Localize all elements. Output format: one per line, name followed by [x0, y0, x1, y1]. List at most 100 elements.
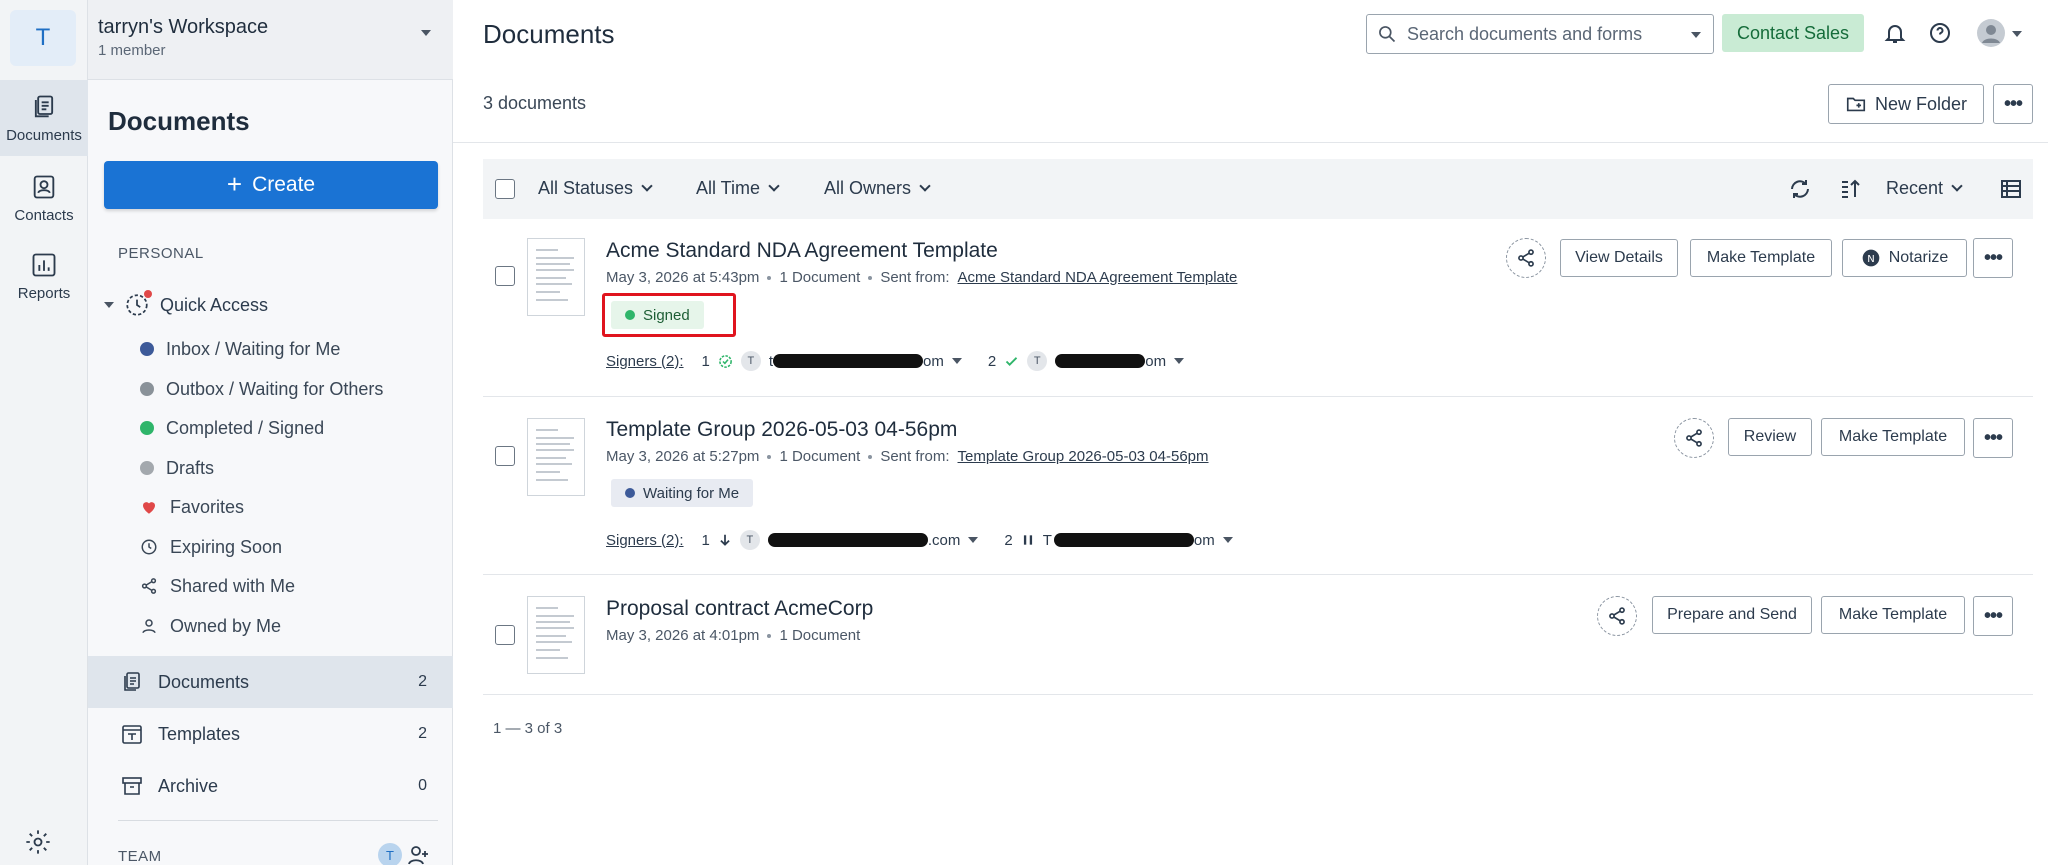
sidebar-item-drafts[interactable]: Drafts: [140, 453, 214, 483]
sidebar-item-templates[interactable]: Templates 2: [88, 708, 453, 760]
notarize-label: Notarize: [1888, 249, 1949, 266]
signers-label[interactable]: Signers (2):: [606, 532, 684, 549]
make-template-button[interactable]: Make Template: [1821, 418, 1965, 456]
user-avatar-icon[interactable]: [1976, 18, 2006, 48]
document-row[interactable]: Template Group 2026-05-03 04-56pm May 3,…: [483, 397, 2033, 575]
share-icon: [1609, 607, 1625, 625]
row-more-button[interactable]: •••: [1973, 238, 2013, 278]
more-options-button[interactable]: •••: [1993, 84, 2033, 124]
caret-down-icon[interactable]: [2012, 31, 2022, 37]
share-icon: [1518, 249, 1534, 267]
review-button[interactable]: Review: [1728, 418, 1812, 456]
document-meta: May 3, 2026 at 5:43pm 1 Document Sent fr…: [606, 269, 1237, 286]
signer-chip[interactable]: 2 Tom: [1004, 531, 1233, 549]
signer-chip[interactable]: 1 T .com: [702, 530, 979, 550]
signer-email-suffix: om: [1193, 531, 1215, 549]
sort-icon[interactable]: [1838, 177, 1862, 201]
share-button[interactable]: [1597, 596, 1637, 636]
view-details-button[interactable]: View Details: [1560, 239, 1678, 277]
signer-chip[interactable]: 1 T t om: [702, 351, 962, 371]
document-count: 1 Document: [779, 269, 861, 286]
clock-icon: [141, 539, 157, 555]
sidebar-item-owned[interactable]: Owned by Me: [140, 611, 281, 641]
add-user-icon[interactable]: [406, 843, 430, 865]
sidebar-item-label: Expiring Soon: [170, 536, 283, 557]
item-count: 2: [418, 725, 427, 742]
signers-label[interactable]: Signers (2):: [606, 353, 684, 370]
sidebar-item-shared[interactable]: Shared with Me: [140, 571, 295, 601]
team-avatar[interactable]: T: [378, 843, 402, 865]
notarize-button[interactable]: N Notarize: [1842, 239, 1967, 277]
document-title[interactable]: Acme Standard NDA Agreement Template: [606, 239, 998, 263]
rail-item-contacts[interactable]: Contacts: [0, 160, 88, 236]
divider: [453, 142, 2048, 143]
sidebar-item-outbox[interactable]: Outbox / Waiting for Others: [140, 374, 383, 404]
search-icon: [1379, 26, 1396, 43]
sidebar-item-expiring[interactable]: Expiring Soon: [140, 532, 282, 562]
redaction: [773, 354, 924, 368]
filter-label: All Owners: [824, 178, 912, 198]
caret-down-icon[interactable]: [1691, 32, 1701, 38]
workspace-avatar[interactable]: T: [10, 10, 76, 66]
make-template-button[interactable]: Make Template: [1821, 596, 1965, 634]
document-title[interactable]: Template Group 2026-05-03 04-56pm: [606, 418, 957, 442]
filter-statuses[interactable]: All Statuses: [538, 178, 653, 199]
search-input[interactable]: Search documents and forms: [1366, 14, 1714, 54]
rail-item-reports[interactable]: Reports: [0, 238, 88, 314]
status-dot: [140, 461, 154, 475]
document-thumbnail[interactable]: [527, 596, 585, 674]
help-icon[interactable]: [1928, 21, 1952, 45]
contact-sales-button[interactable]: Contact Sales: [1722, 14, 1864, 52]
select-all-checkbox[interactable]: [495, 179, 515, 199]
share-button[interactable]: [1506, 238, 1546, 278]
sidebar-item-inbox[interactable]: Inbox / Waiting for Me: [140, 334, 340, 364]
highlight-box: [602, 293, 736, 337]
filter-time[interactable]: All Time: [696, 178, 780, 199]
prepare-and-send-button[interactable]: Prepare and Send: [1652, 596, 1812, 634]
signers: Signers (2): 1 T .com 2 Tom: [606, 530, 1251, 550]
sidebar-item-favorites[interactable]: Favorites: [140, 492, 244, 522]
signer-avatar: T: [1027, 351, 1048, 371]
signer-number: 1: [701, 352, 710, 370]
gear-icon[interactable]: [24, 828, 52, 856]
make-template-button[interactable]: Make Template: [1690, 239, 1832, 277]
rail-item-documents[interactable]: Documents: [0, 80, 88, 156]
filter-owners[interactable]: All Owners: [824, 178, 931, 199]
share-button[interactable]: [1674, 418, 1714, 458]
sidebar: tarryn's Workspace 1 member Documents + …: [88, 0, 453, 865]
signer-chip[interactable]: 2 T om: [988, 351, 1185, 371]
signer-email-prefix: T: [1042, 531, 1052, 549]
document-meta: May 3, 2026 at 4:01pm 1 Document: [606, 627, 860, 644]
document-date: May 3, 2026 at 5:27pm: [606, 448, 760, 465]
document-title[interactable]: Proposal contract AcmeCorp: [606, 597, 873, 621]
sent-from-link[interactable]: Acme Standard NDA Agreement Template: [958, 269, 1238, 286]
document-thumbnail[interactable]: [527, 238, 585, 316]
row-checkbox[interactable]: [495, 446, 515, 466]
list-view-icon[interactable]: [1999, 177, 2023, 201]
signer-email-suffix: om: [1145, 352, 1167, 370]
bell-icon[interactable]: [1883, 21, 1907, 45]
signer-email-suffix: .com: [927, 531, 961, 549]
new-folder-button[interactable]: New Folder: [1828, 84, 1984, 124]
caret-down-icon: [104, 302, 114, 308]
refresh-icon[interactable]: [1788, 177, 1812, 201]
contacts-icon: [33, 175, 55, 198]
document-row[interactable]: Acme Standard NDA Agreement Template May…: [483, 219, 2033, 397]
row-checkbox[interactable]: [495, 266, 515, 286]
sidebar-item-archive[interactable]: Archive 0: [88, 760, 453, 812]
document-thumbnail[interactable]: [527, 418, 585, 496]
row-more-button[interactable]: •••: [1973, 596, 2013, 636]
document-row[interactable]: Proposal contract AcmeCorp May 3, 2026 a…: [483, 575, 2033, 695]
sidebar-item-completed[interactable]: Completed / Signed: [140, 413, 324, 443]
create-button[interactable]: + Create: [104, 161, 438, 209]
workspace-switcher[interactable]: tarryn's Workspace 1 member: [88, 0, 453, 80]
row-checkbox[interactable]: [495, 625, 515, 645]
sent-from-link[interactable]: Template Group 2026-05-03 04-56pm: [958, 448, 1209, 465]
section-personal: PERSONAL: [118, 245, 204, 262]
row-more-button[interactable]: •••: [1973, 418, 2013, 458]
quick-access-toggle[interactable]: Quick Access: [104, 290, 268, 320]
sort-select[interactable]: Recent: [1886, 178, 1963, 199]
redaction: [1055, 354, 1146, 368]
sidebar-item-documents[interactable]: Documents 2: [88, 656, 453, 708]
filter-label: All Statuses: [538, 178, 634, 198]
